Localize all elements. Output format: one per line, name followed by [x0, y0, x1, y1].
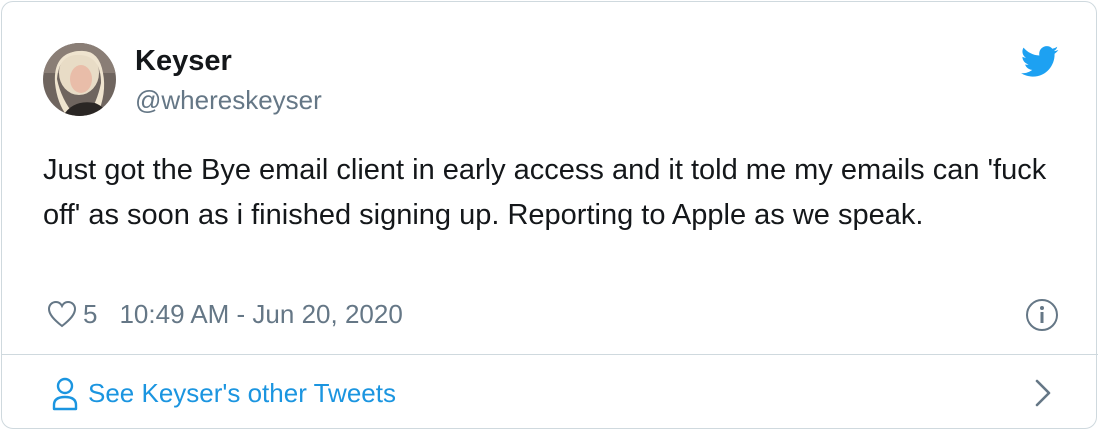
- see-other-tweets-link[interactable]: See Keyser's other Tweets: [2, 355, 1098, 430]
- twitter-bird-icon[interactable]: [1021, 46, 1059, 78]
- tweet-meta: 5 10:49 AM - Jun 20, 2020: [47, 298, 403, 330]
- author-handle[interactable]: @whereskeyser: [135, 84, 322, 116]
- heart-icon[interactable]: [47, 300, 77, 328]
- tweet-card: Keyser @whereskeyser Just got the Bye em…: [1, 1, 1098, 430]
- tweet-text: Just got the Bye email client in early a…: [43, 154, 1047, 231]
- author-name[interactable]: Keyser: [135, 43, 232, 79]
- person-icon: [52, 377, 78, 411]
- avatar-image: [43, 43, 116, 116]
- see-other-tweets-label[interactable]: See Keyser's other Tweets: [88, 375, 396, 411]
- tweet-timestamp[interactable]: 10:49 AM - Jun 20, 2020: [119, 299, 402, 330]
- chevron-right-icon[interactable]: [1034, 378, 1052, 408]
- info-icon[interactable]: [1025, 298, 1059, 332]
- like-count[interactable]: 5: [83, 299, 97, 330]
- avatar[interactable]: [43, 43, 116, 116]
